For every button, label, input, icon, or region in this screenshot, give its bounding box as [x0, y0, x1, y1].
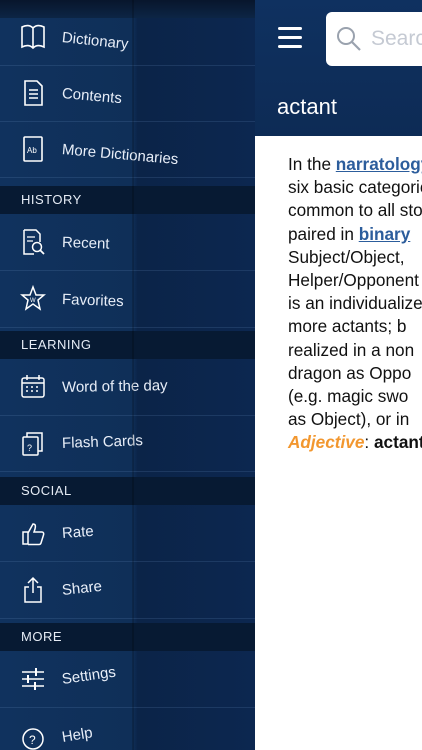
sidebar-item-help[interactable]: ? Help: [0, 710, 255, 750]
star-icon: W: [20, 284, 46, 314]
definition-line: paired in binary: [288, 223, 422, 246]
sidebar-item-label: Flash Cards: [61, 432, 144, 452]
definition-line: realized in a non: [288, 339, 415, 360]
definition-line: more actants; b: [288, 316, 407, 337]
sidebar-item-label: Contents: [61, 85, 123, 108]
sidebar-item-label: Share: [61, 577, 103, 599]
section-history: HISTORY: [0, 186, 255, 214]
definition-line: In the narratology: [288, 153, 422, 176]
sidebar-item-more-dictionaries[interactable]: Ab More Dictionaries: [0, 122, 255, 178]
svg-text:Ab: Ab: [27, 146, 37, 155]
help-icon: ?: [20, 722, 46, 750]
sidebar-item-label: Rate: [61, 522, 95, 542]
sidebar-item-label: Word of the day: [61, 377, 168, 396]
document-list-icon: [20, 78, 46, 108]
entry-definition: In the narratology six basic categories …: [288, 153, 422, 454]
calendar-icon: [20, 372, 46, 402]
text: paired in: [288, 223, 359, 244]
recent-search-icon: [20, 227, 46, 257]
sidebar-item-recent[interactable]: Recent: [0, 215, 255, 271]
top-bar: Search actant: [255, 0, 422, 136]
sidebar-menu: Dictionary Contents Ab More Dictionaries…: [0, 0, 255, 750]
definition-line: six basic categories: [288, 177, 422, 198]
book-icon: [20, 22, 46, 52]
share-icon: [20, 575, 46, 605]
thumbs-up-icon: [20, 518, 46, 548]
sidebar-item-settings[interactable]: Settings: [0, 652, 255, 708]
definition-line: is an individualized: [288, 293, 422, 314]
entry-panel: Search actant In the narratology six bas…: [255, 0, 422, 750]
search-icon: [337, 27, 361, 51]
sidebar-item-label: Help: [60, 724, 94, 746]
definition-line: common to all stories: [288, 200, 422, 221]
flash-cards-icon: ?: [20, 428, 46, 458]
sidebar-item-rate[interactable]: Rate: [0, 506, 255, 562]
section-more: MORE: [0, 623, 255, 651]
search-placeholder: Search: [371, 27, 422, 50]
sidebar-item-contents[interactable]: Contents: [0, 66, 255, 122]
section-social: SOCIAL: [0, 477, 255, 505]
sidebar-item-share[interactable]: Share: [0, 563, 255, 619]
sliders-icon: [20, 664, 46, 694]
section-learning: LEARNING: [0, 331, 255, 359]
svg-text:W: W: [30, 298, 36, 304]
definition-line: Helper/Opponent: [288, 269, 419, 290]
sidebar-item-dictionary[interactable]: Dictionary: [0, 10, 255, 66]
definition-line: as Object), or in: [288, 409, 410, 430]
definition-line: Adjective: actantial: [288, 431, 422, 454]
svg-text:?: ?: [29, 733, 36, 747]
definition-line: dragon as Oppo: [288, 362, 412, 383]
text: :: [364, 432, 374, 453]
sidebar-item-label: Settings: [60, 663, 117, 688]
sidebar-item-label: Favorites: [61, 291, 124, 311]
sidebar-item-favorites[interactable]: W Favorites: [0, 272, 255, 328]
derived-word: actantial: [373, 432, 422, 453]
sidebar-item-flash-cards[interactable]: ? Flash Cards: [0, 416, 255, 472]
svg-text:?: ?: [27, 443, 32, 453]
text: In the: [288, 154, 336, 174]
link-binary[interactable]: binary: [359, 224, 411, 244]
search-input[interactable]: Search: [326, 12, 422, 66]
link-narratology[interactable]: narratology: [336, 154, 422, 174]
part-of-speech: Adjective: [288, 432, 365, 453]
dictionary-ab-icon: Ab: [20, 134, 46, 164]
sidebar-item-word-of-the-day[interactable]: Word of the day: [0, 360, 255, 416]
definition-line: (e.g. magic swo: [288, 385, 409, 406]
sidebar-item-label: More Dictionaries: [61, 141, 180, 169]
hamburger-menu-icon[interactable]: [278, 27, 302, 49]
sidebar-item-label: Dictionary: [61, 29, 130, 53]
entry-title: actant: [277, 94, 337, 119]
definition-line: Subject/Object,: [288, 246, 405, 267]
sidebar-item-label: Recent: [61, 234, 110, 253]
